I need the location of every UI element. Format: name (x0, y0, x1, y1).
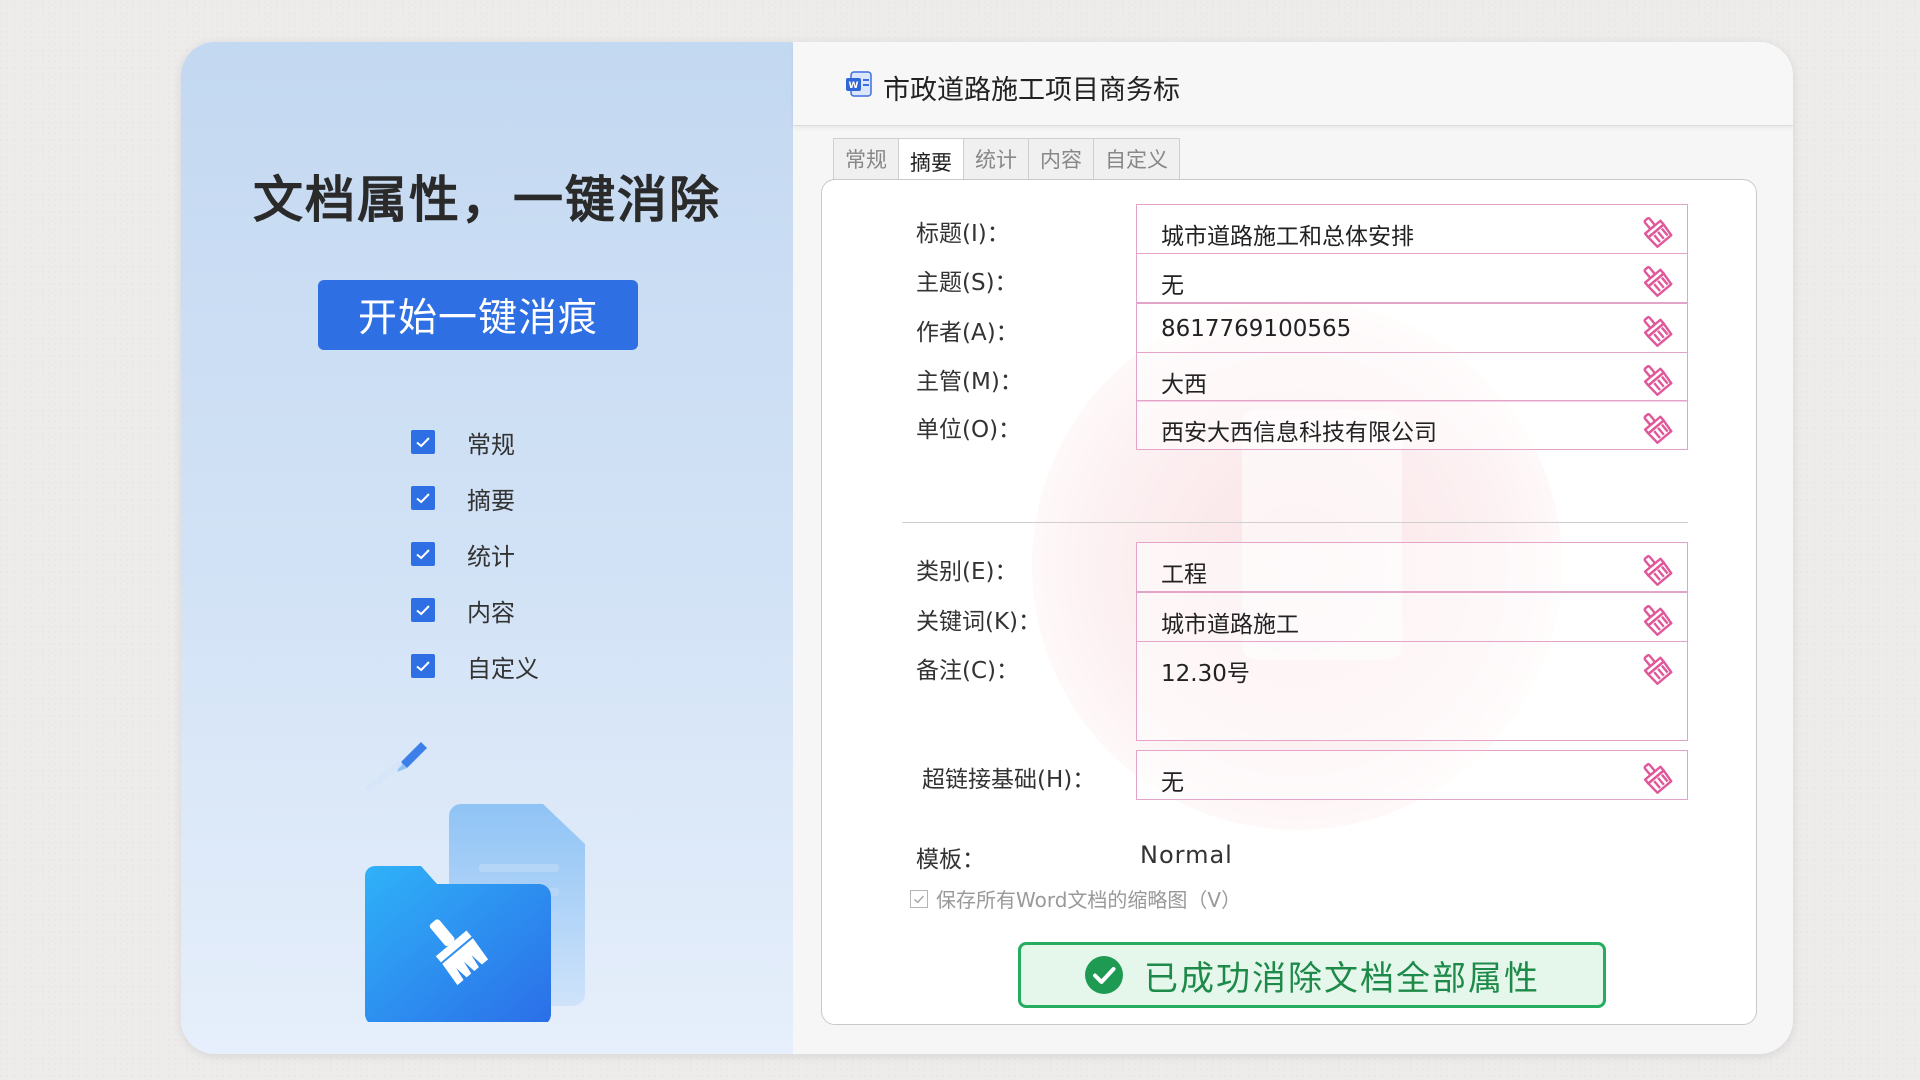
section-divider (902, 522, 1688, 523)
subject-value: 无 (1161, 273, 1184, 299)
checkbox-checked-icon[interactable] (411, 486, 435, 510)
broom-icon[interactable] (1639, 362, 1673, 396)
hyperlink-base-label: 超链接基础(H)： (922, 767, 1096, 793)
checkbox-checked-icon[interactable] (411, 654, 435, 678)
save-thumbnail-label: 保存所有Word文档的缩略图（V） (936, 888, 1242, 912)
category-label: 类别(E)： (916, 559, 1018, 585)
title-bar: W 市政道路施工项目商务标 (793, 42, 1793, 126)
check-label: 内容 (467, 598, 515, 627)
check-statistics[interactable]: 统计 (411, 526, 539, 582)
tab-content[interactable]: 内容 (1028, 138, 1093, 180)
keywords-field[interactable]: 城市道路施工 (1136, 592, 1688, 642)
checkbox-checked-icon[interactable] (411, 598, 435, 622)
comments-field[interactable]: 12.30号 (1136, 641, 1688, 741)
broom-icon[interactable] (1639, 263, 1673, 297)
start-clean-button[interactable]: 开始一键消痕 (318, 280, 638, 350)
author-value: 8617769100565 (1161, 316, 1352, 342)
tab-general[interactable]: 常规 (833, 138, 898, 180)
check-circle-icon (1085, 956, 1123, 994)
left-panel: 文档属性，一键消除 开始一键消痕 常规 摘要 统计 内容 自定义 (181, 42, 793, 1054)
broom-icon[interactable] (1639, 410, 1673, 444)
check-label: 自定义 (467, 654, 539, 683)
broom-icon[interactable] (1639, 760, 1673, 794)
success-message: 已成功消除文档全部属性 (1144, 958, 1540, 999)
tab-custom[interactable]: 自定义 (1093, 138, 1180, 180)
folder-broom-illustration-icon (365, 742, 585, 1022)
check-label: 摘要 (467, 486, 515, 515)
hyperlink-base-value: 无 (1161, 770, 1184, 796)
manager-label: 主管(M)： (916, 369, 1023, 395)
properties-window: W 市政道路施工项目商务标 常规 摘要 统计 内容 自定义 标题(I)： 城市道… (793, 42, 1793, 1054)
manager-value: 大西 (1161, 372, 1207, 398)
company-value: 西安大西信息科技有限公司 (1161, 420, 1437, 446)
success-banner: 已成功消除文档全部属性 (1018, 942, 1606, 1008)
broom-icon[interactable] (1639, 214, 1673, 248)
broom-icon[interactable] (1639, 602, 1673, 636)
comments-label: 备注(C)： (916, 658, 1020, 684)
check-label: 统计 (467, 542, 515, 571)
category-field[interactable]: 工程 (1136, 542, 1688, 592)
comments-value: 12.30号 (1161, 661, 1250, 687)
broom-icon[interactable] (1639, 313, 1673, 347)
subject-field[interactable]: 无 (1136, 253, 1688, 303)
check-label: 常规 (467, 430, 515, 459)
broom-icon[interactable] (1639, 552, 1673, 586)
tab-statistics[interactable]: 统计 (963, 138, 1028, 180)
check-custom[interactable]: 自定义 (411, 638, 539, 694)
headline: 文档属性，一键消除 (253, 171, 721, 229)
checkbox-checked-icon[interactable] (411, 542, 435, 566)
title-value: 城市道路施工和总体安排 (1161, 224, 1414, 250)
hyperlink-base-field[interactable]: 无 (1136, 750, 1688, 800)
title-field[interactable]: 城市道路施工和总体安排 (1136, 204, 1688, 254)
company-field[interactable]: 西安大西信息科技有限公司 (1136, 400, 1688, 450)
property-tabs: 常规 摘要 统计 内容 自定义 (833, 138, 1180, 184)
subject-label: 主题(S)： (916, 270, 1018, 296)
broom-icon[interactable] (1639, 651, 1673, 685)
check-summary[interactable]: 摘要 (411, 470, 539, 526)
category-value: 工程 (1161, 562, 1207, 588)
summary-panel: 标题(I)： 城市道路施工和总体安排 主题(S)： 无 作者(A)： 86177… (821, 179, 1757, 1025)
company-label: 单位(O)： (916, 417, 1022, 443)
check-general[interactable]: 常规 (411, 414, 539, 470)
template-label: 模板： (916, 847, 985, 873)
word-document-icon: W (846, 71, 872, 97)
author-label: 作者(A)： (916, 320, 1019, 346)
title-label: 标题(I)： (916, 221, 1010, 247)
app-card: 文档属性，一键消除 开始一键消痕 常规 摘要 统计 内容 自定义 W 市政道路施… (181, 42, 1793, 1054)
author-field[interactable]: 8617769100565 (1136, 303, 1688, 353)
document-title: 市政道路施工项目商务标 (883, 75, 1180, 106)
save-thumbnail-option[interactable]: 保存所有Word文档的缩略图（V） (910, 884, 1241, 913)
keywords-label: 关键词(K)： (916, 609, 1042, 635)
svg-text:W: W (849, 81, 859, 91)
check-content[interactable]: 内容 (411, 582, 539, 638)
tab-summary[interactable]: 摘要 (898, 138, 963, 184)
category-checklist: 常规 摘要 统计 内容 自定义 (411, 414, 539, 694)
manager-field[interactable]: 大西 (1136, 352, 1688, 402)
checkbox-checked-icon[interactable] (910, 889, 928, 908)
keywords-value: 城市道路施工 (1161, 612, 1299, 638)
template-value: Normal (1140, 841, 1233, 869)
checkbox-checked-icon[interactable] (411, 430, 435, 454)
